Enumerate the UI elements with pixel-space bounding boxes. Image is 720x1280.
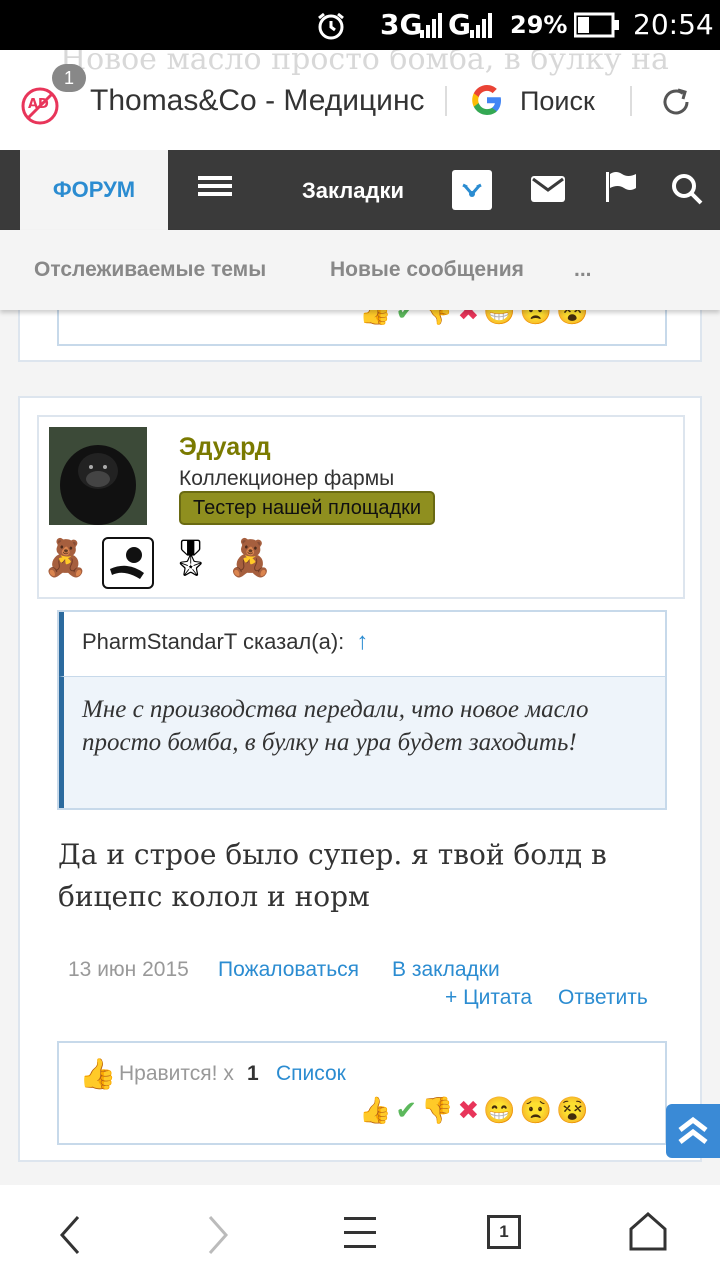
likes-list-link[interactable]: Список bbox=[276, 1062, 346, 1086]
site-logo-button[interactable] bbox=[452, 170, 492, 210]
menu-icon[interactable] bbox=[198, 174, 232, 198]
thumbs-down-icon[interactable]: 👎 bbox=[421, 1095, 453, 1126]
cross-icon[interactable]: ✖ bbox=[458, 1095, 480, 1126]
scrolled-page-text: Новое масло просто бомба, в булку на bbox=[60, 50, 669, 77]
likes-label: Нравится! x bbox=[119, 1062, 234, 1085]
search-label[interactable]: Поиск bbox=[520, 86, 595, 117]
browser-address-bar: Новое масло просто бомба, в булку на AD … bbox=[0, 50, 720, 150]
google-icon[interactable] bbox=[470, 83, 504, 117]
quote-header: PharmStandarT сказал(а): ↑ bbox=[59, 612, 665, 676]
subnav-more[interactable]: ... bbox=[574, 258, 592, 282]
reload-icon[interactable] bbox=[660, 86, 692, 118]
double-chevron-up-icon bbox=[678, 1116, 708, 1144]
alarm-icon bbox=[318, 12, 344, 40]
username[interactable]: Эдуард bbox=[179, 433, 271, 462]
back-icon[interactable] bbox=[58, 1215, 82, 1255]
post-message: Да и строе было супер. я твой болд в биц… bbox=[58, 838, 607, 913]
ad-count-badge: 1 bbox=[52, 64, 86, 92]
menu-lines-icon[interactable] bbox=[344, 1215, 376, 1251]
mail-icon[interactable] bbox=[531, 176, 565, 202]
post-date[interactable]: 13 июн 2015 bbox=[68, 958, 189, 982]
signal-icon bbox=[420, 13, 442, 38]
likes-count: 1 bbox=[247, 1062, 259, 1085]
tab-bookmarks[interactable]: Закладки bbox=[302, 178, 404, 204]
sub-navigation: Отслеживаемые темы Новые сообщения ... bbox=[0, 230, 720, 310]
user-title: Коллекционер фармы bbox=[179, 467, 395, 490]
smile-icon[interactable]: 😁 bbox=[483, 1095, 515, 1126]
network-type-2: G bbox=[448, 8, 471, 41]
report-link[interactable]: Пожаловаться bbox=[218, 958, 359, 982]
teddy-medal-icon-2[interactable]: 🧸 bbox=[228, 537, 273, 589]
sad-icon[interactable]: 😟 bbox=[520, 1095, 552, 1126]
clock: 20:54 bbox=[633, 8, 714, 41]
flag-icon[interactable] bbox=[604, 170, 638, 204]
forward-icon[interactable] bbox=[206, 1215, 230, 1255]
reaction-row: 👍 ✔ 👎 ✖ 😁 😟 😵 bbox=[359, 1095, 588, 1126]
quote-author: PharmStandarT сказал(а): bbox=[82, 629, 345, 654]
divider-2 bbox=[630, 86, 632, 116]
likes-bar: 👍 Нравится! x 1 Список 👍 ✔ 👎 ✖ 😁 😟 😵 bbox=[57, 1041, 667, 1145]
reply-link[interactable]: Ответить bbox=[558, 986, 648, 1010]
search-icon[interactable] bbox=[670, 172, 704, 206]
network-type: 3G bbox=[380, 8, 423, 41]
thumbs-up-icon[interactable]: 👍 bbox=[359, 1095, 391, 1126]
battery-percent: 29% bbox=[510, 11, 568, 39]
battery-icon bbox=[574, 12, 619, 38]
trophy-row: 🧸 🎖 🧸 bbox=[43, 537, 272, 589]
ad-block-button[interactable]: AD 1 bbox=[20, 64, 86, 128]
home-icon[interactable] bbox=[628, 1211, 668, 1251]
bookmark-link[interactable]: В закладки bbox=[392, 958, 500, 982]
tabs-button[interactable]: 1 bbox=[487, 1215, 521, 1249]
signal-icon-2 bbox=[470, 13, 492, 38]
quote-jump-arrow[interactable]: ↑ bbox=[356, 628, 368, 655]
avatar[interactable] bbox=[49, 427, 147, 525]
user-info-block: Эдуард Коллекционер фармы Тестер нашей п… bbox=[37, 415, 685, 599]
quote-link[interactable]: + Цитата bbox=[445, 986, 532, 1010]
shield-medal-icon[interactable]: 🎖 bbox=[168, 537, 214, 589]
user-badge: Тестер нашей площадки bbox=[179, 491, 436, 525]
gorilla-avatar-image bbox=[49, 427, 147, 525]
tab-forum[interactable]: ФОРУМ bbox=[20, 150, 168, 230]
scroll-to-top-button[interactable] bbox=[666, 1104, 720, 1158]
quote-block: PharmStandarT сказал(а): ↑ Мне с произво… bbox=[57, 610, 667, 810]
dumbbell-logo-icon bbox=[462, 183, 482, 197]
gym-medal-icon[interactable] bbox=[101, 537, 154, 589]
browser-bottom-bar: 1 bbox=[0, 1185, 720, 1280]
like-hand-icon: 👍 bbox=[79, 1058, 117, 1091]
quote-text: Мне с производства передали, что новое м… bbox=[59, 676, 665, 808]
status-bar: 3G G 29% 20:54 bbox=[0, 0, 720, 50]
dizzy-icon[interactable]: 😵 bbox=[556, 1095, 588, 1126]
check-icon[interactable]: ✔ bbox=[395, 1095, 417, 1126]
forum-post: Эдуард Коллекционер фармы Тестер нашей п… bbox=[18, 396, 702, 1162]
subnav-new-posts[interactable]: Новые сообщения bbox=[330, 258, 524, 282]
divider bbox=[445, 86, 447, 116]
subnav-watched-threads[interactable]: Отслеживаемые темы bbox=[34, 258, 266, 282]
teddy-medal-icon[interactable]: 🧸 bbox=[43, 537, 88, 589]
ad-label: AD bbox=[28, 97, 49, 112]
page-title[interactable]: Thomas&Co - Медицинс bbox=[90, 84, 442, 118]
forum-navbar: ФОРУМ Закладки bbox=[0, 150, 720, 230]
